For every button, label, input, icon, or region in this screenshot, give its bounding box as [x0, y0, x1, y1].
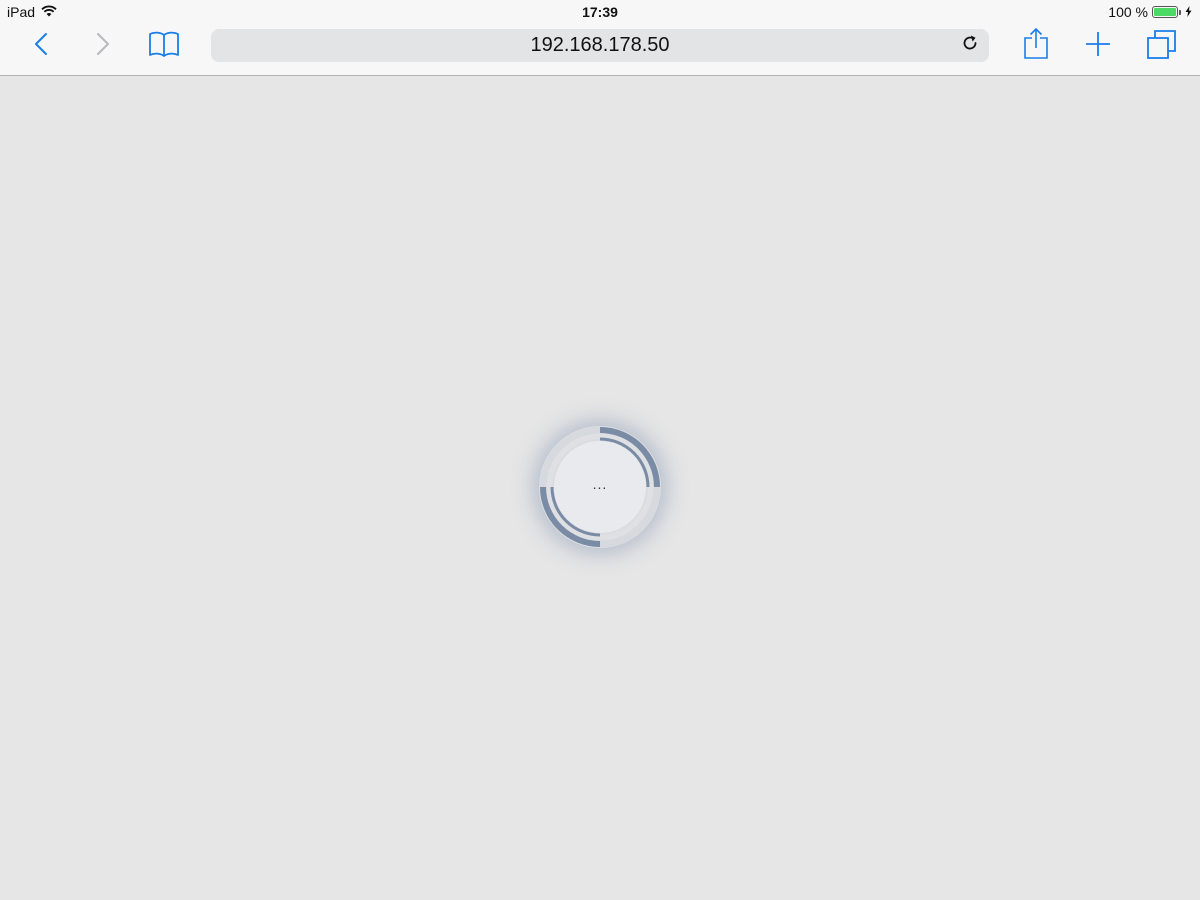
loader-text: ... — [592, 476, 608, 492]
address-bar[interactable]: 192.168.178.50 — [211, 29, 989, 62]
forward-button[interactable] — [83, 24, 123, 68]
plus-icon — [1084, 30, 1112, 63]
browser-toolbar: 192.168.178.50 — [0, 24, 1200, 76]
status-time: 17:39 — [582, 4, 618, 20]
new-tab-button[interactable] — [1078, 24, 1118, 68]
battery-fill — [1154, 8, 1176, 16]
book-icon — [148, 30, 180, 63]
battery-icon — [1152, 6, 1178, 18]
status-bar: iPad 17:39 100 % — [0, 0, 1200, 24]
page-content: ... — [0, 76, 1200, 900]
battery-cap — [1179, 9, 1181, 15]
reload-icon — [960, 33, 980, 59]
url-text: 192.168.178.50 — [530, 34, 670, 56]
share-button[interactable] — [1016, 24, 1056, 68]
charging-bolt-icon — [1185, 4, 1192, 20]
status-right: 100 % — [1108, 4, 1192, 20]
loading-spinner: ... — [539, 426, 661, 548]
back-button[interactable] — [21, 24, 61, 68]
chevron-right-icon — [96, 32, 110, 61]
tabs-button[interactable] — [1142, 24, 1182, 68]
battery-percentage: 100 % — [1108, 4, 1148, 20]
chevron-left-icon — [34, 32, 48, 61]
tabs-icon — [1146, 28, 1178, 65]
bookmarks-button[interactable] — [144, 24, 184, 68]
reload-button[interactable] — [959, 35, 981, 57]
share-icon — [1023, 27, 1049, 65]
